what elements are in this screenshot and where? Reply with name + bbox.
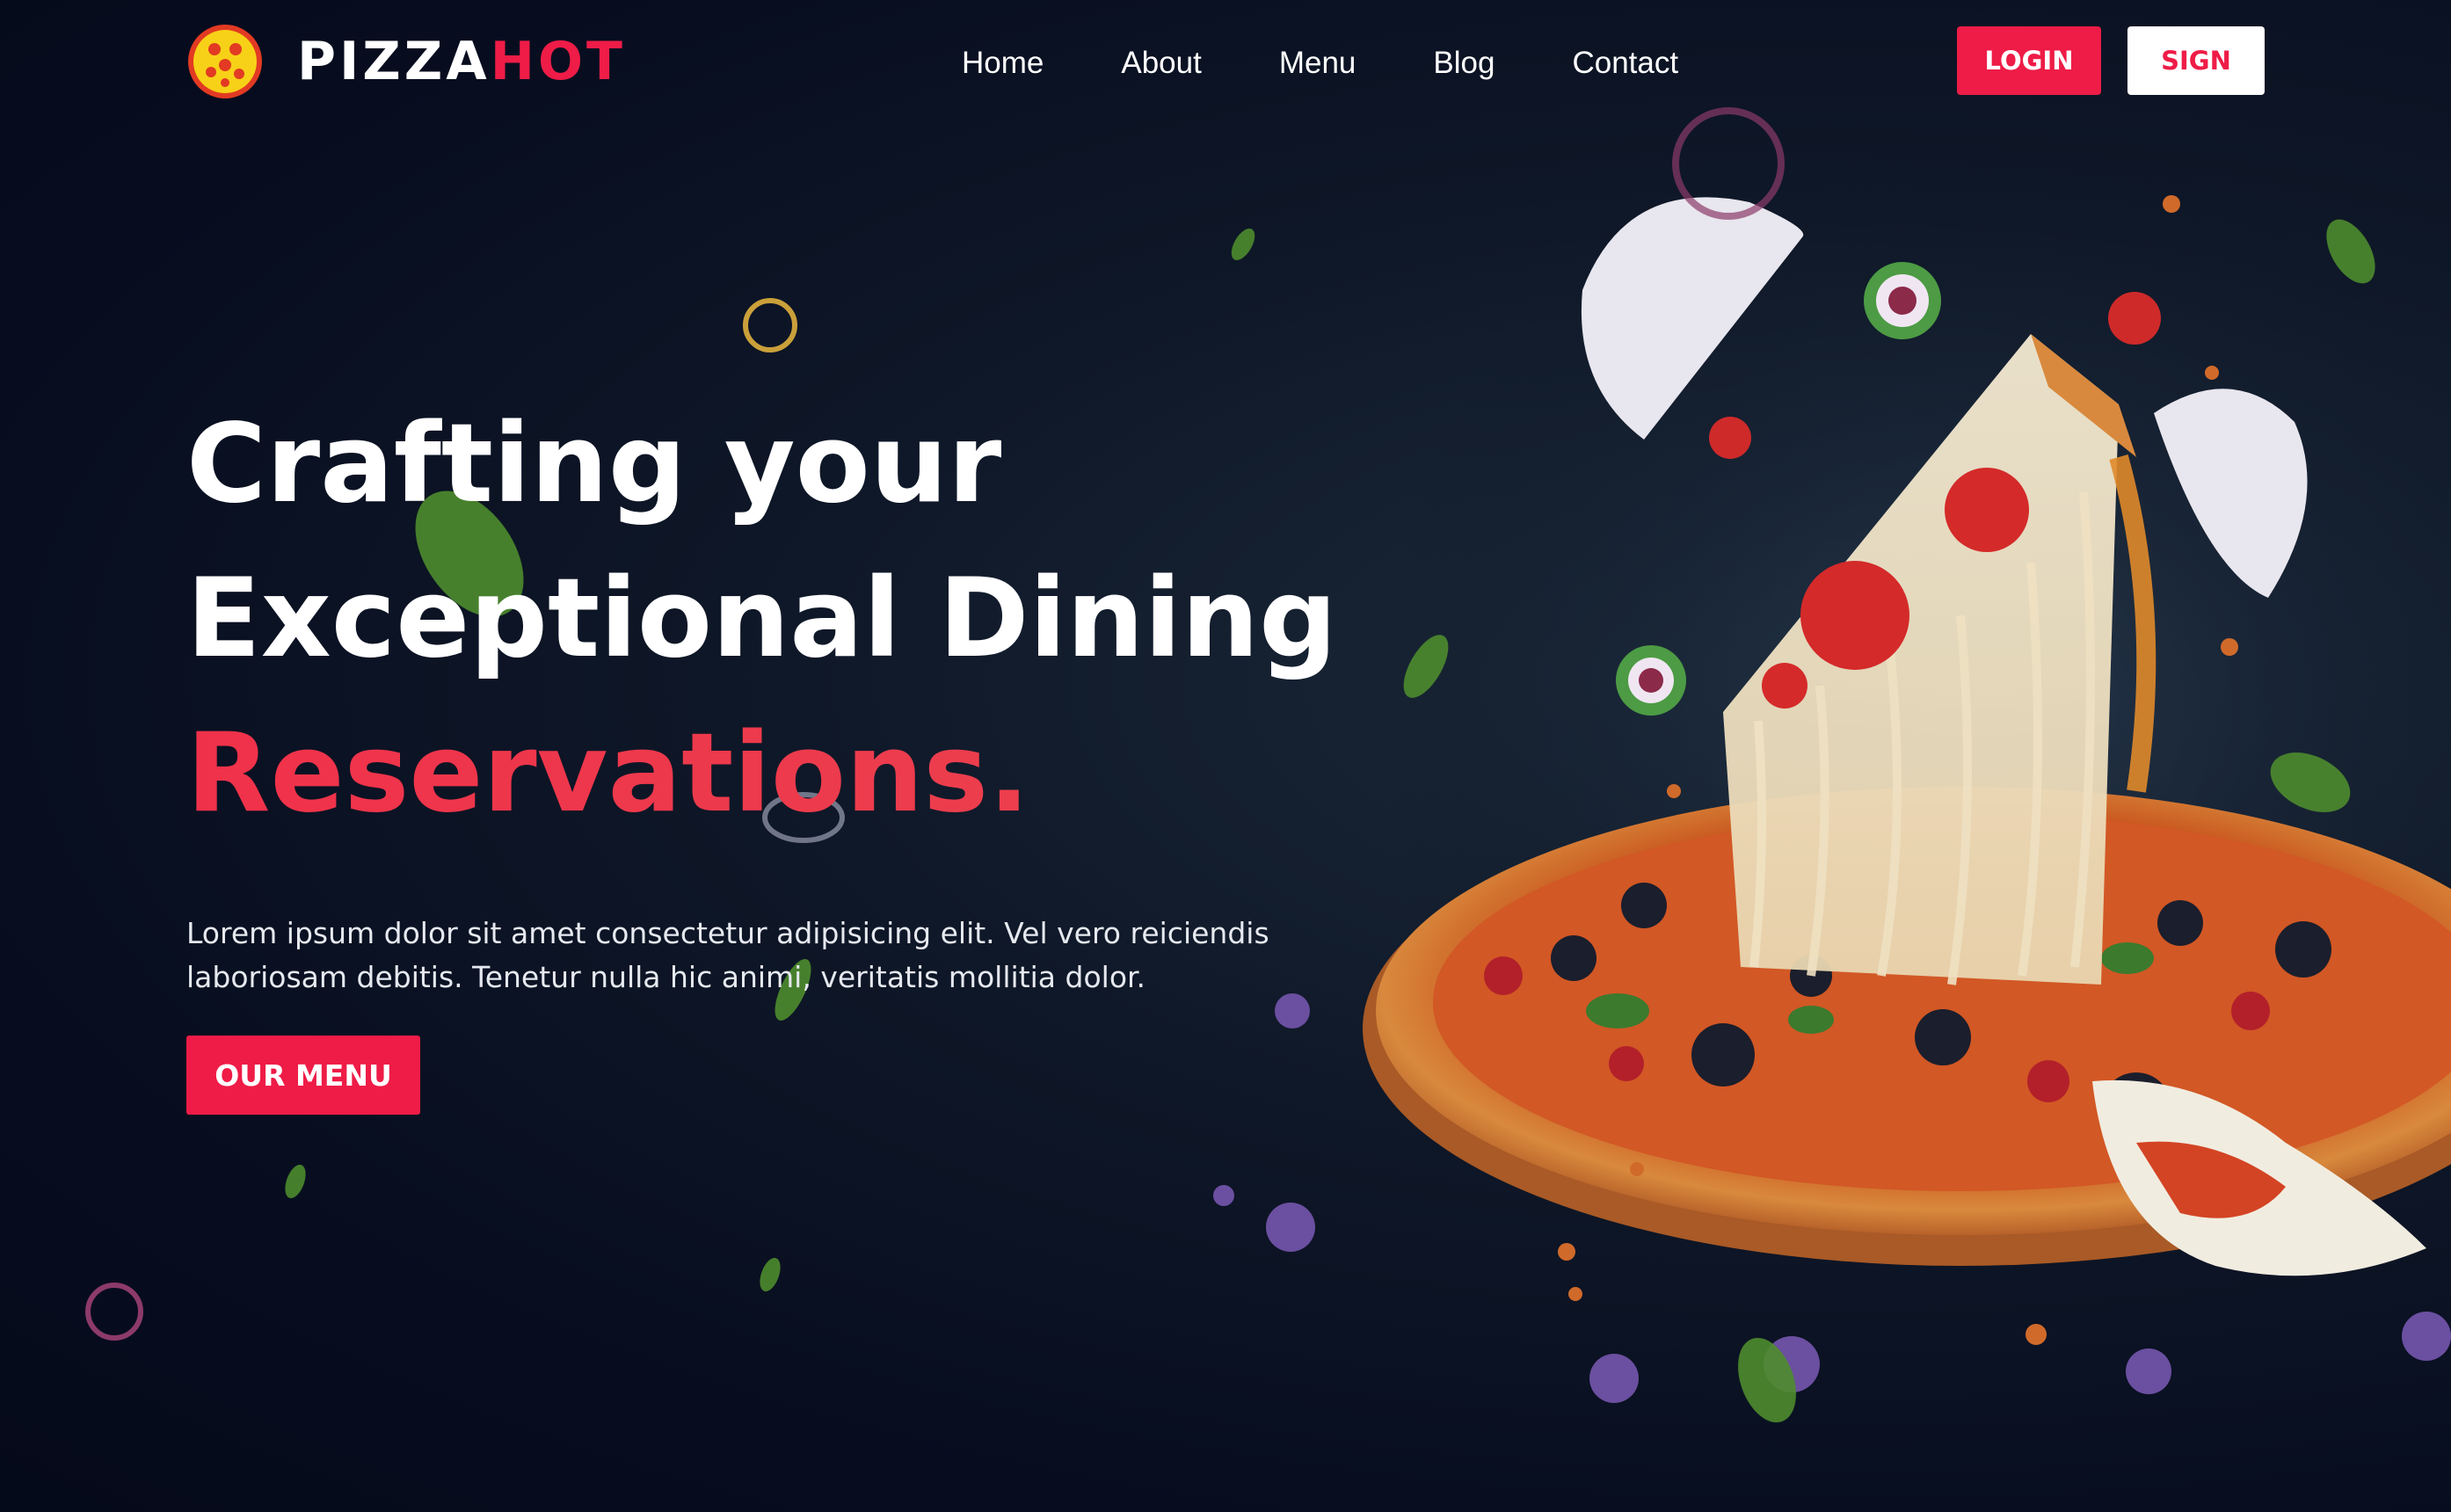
nav-contact[interactable]: Contact [1572, 39, 1678, 88]
nav-home[interactable]: Home [962, 39, 1044, 88]
hero-heading: Crafting your Exceptional Dining Reserva… [186, 387, 1470, 851]
nav-about[interactable]: About [1121, 39, 1201, 88]
pizza-logo-icon [188, 25, 262, 98]
our-menu-button[interactable]: OUR MENU [186, 1036, 420, 1115]
sign-button[interactable]: SIGN [2127, 26, 2265, 95]
brand-name: PIZZAHOT [297, 23, 626, 100]
hero-title-line-1: Crafting your [186, 401, 1002, 527]
nav-menu[interactable]: Menu [1279, 39, 1356, 88]
hero-title-accent: Reservations. [186, 696, 1470, 851]
hero-title-line-2: Exceptional Dining [186, 556, 1337, 682]
top-navigation-bar: PIZZAHOT Home About Menu Blog Contact LO… [0, 0, 2451, 125]
main-nav: Home About Menu Blog Contact [962, 39, 1756, 88]
hero-description: Lorem ipsum dolor sit amet consectetur a… [186, 916, 1269, 994]
login-button[interactable]: LOGIN [1957, 26, 2101, 95]
brand-name-part2: HOT [490, 31, 626, 92]
nav-blog[interactable]: Blog [1433, 39, 1495, 88]
brand-logo[interactable]: PIZZAHOT [186, 23, 626, 100]
brand-name-part1: PIZZA [297, 31, 491, 92]
